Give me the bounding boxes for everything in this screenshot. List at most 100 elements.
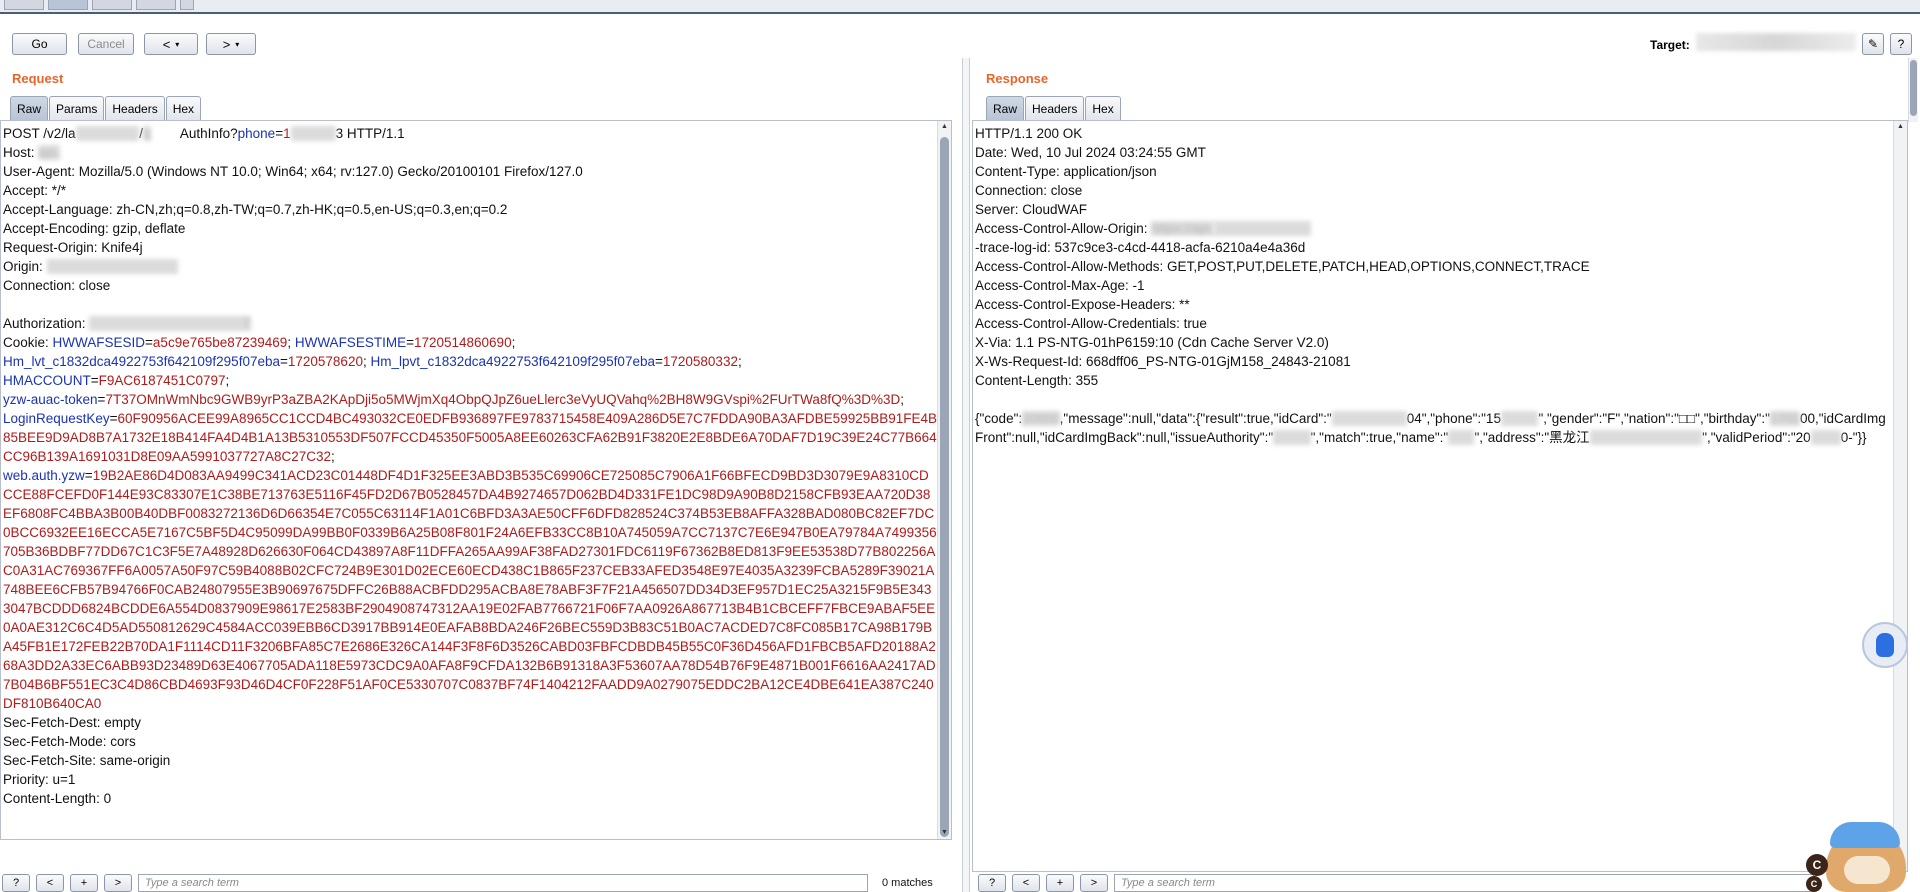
scroll-up-icon[interactable]: ▲ <box>1894 121 1907 133</box>
tab-params[interactable]: Params <box>49 96 105 120</box>
message-line: yzw-auac-token=7T37OMnWmNbc9GWB9yrP3aZBA… <box>3 390 937 409</box>
param-name: Hm_lpvt_c1832dca4922753f642109f295f07eba <box>370 354 655 369</box>
go-button[interactable]: Go <box>12 33 67 55</box>
message-line: User-Agent: Mozilla/5.0 (Windows NT 10.0… <box>3 162 937 181</box>
param-name: HWWAFSESTIME <box>294 335 407 350</box>
redacted-segment: api. <box>38 145 61 160</box>
text-segment: -trace-log-id: 537c9ce3-c4cd-4418-acfa-6… <box>975 240 1306 255</box>
split-pane-divider[interactable] <box>962 58 970 892</box>
message-line: Hm_lvt_c1832dca4922753f642109f295f07eba=… <box>3 352 937 371</box>
repeater-tab[interactable] <box>4 0 44 10</box>
text-segment: Priority: u=1 <box>3 772 76 787</box>
mascot-face-icon <box>1844 856 1890 884</box>
forward-button[interactable]: > ▾ <box>206 33 256 55</box>
tab-raw[interactable]: Raw <box>986 96 1025 120</box>
text-segment: Content-Length: 355 <box>975 373 1099 388</box>
floating-assistant-button[interactable] <box>1862 622 1908 668</box>
text-segment: Access-Control-Allow-Credentials: true <box>975 316 1207 331</box>
text-segment: = <box>654 354 663 369</box>
text-segment: Host: <box>3 145 39 160</box>
text-segment: AuthInfo? <box>179 126 238 141</box>
text-segment: X-Via: 1.1 PS-NTG-01hP6159:10 (Cdn Cache… <box>975 335 1329 350</box>
param-name: HWWAFSESID <box>52 335 146 350</box>
search-next-button[interactable]: > <box>104 874 132 892</box>
response-search-input[interactable]: Type a search term <box>1114 874 1814 892</box>
back-button[interactable]: < ▾ <box>144 33 198 55</box>
scroll-down-icon[interactable]: ▼ <box>938 827 951 839</box>
text-segment: = <box>90 373 99 388</box>
text-segment: Authorization: <box>3 316 90 331</box>
param-value: 60F90956ACEE99A8965CC1CCD4BC493032CE0EDF… <box>3 411 938 464</box>
text-segment: ; <box>287 335 295 350</box>
request-body-text[interactable]: POST /v2/la /q AuthInfo?phone=1 3 HTTP/1… <box>3 124 937 808</box>
message-line: X-Ws-Request-Id: 668dff06_PS-NTG-01GjM15… <box>975 352 1893 371</box>
text-segment: Access-Control-Allow-Origin: <box>975 221 1152 236</box>
mascot-widget[interactable]: C C <box>1806 820 1916 892</box>
more-tabs[interactable] <box>180 0 194 10</box>
search-prev-button[interactable]: < <box>1012 874 1040 892</box>
request-view-tabs: Raw Params Headers Hex <box>10 96 202 120</box>
scroll-up-icon[interactable]: ▲ <box>938 121 951 133</box>
chevron-right-icon: > <box>222 36 231 52</box>
response-body-text[interactable]: HTTP/1.1 200 OK Date: Wed, 10 Jul 2024 03… <box>975 124 1893 447</box>
search-help-button[interactable]: ? <box>978 874 1006 892</box>
repeater-tab-active[interactable] <box>48 0 88 10</box>
search-add-button[interactable]: + <box>1046 874 1074 892</box>
text-segment: Access-Control-Expose-Headers: ** <box>975 297 1190 312</box>
text-segment: 0-"}} <box>1840 430 1867 445</box>
tab-hex[interactable]: Hex <box>1085 96 1121 120</box>
search-prev-button[interactable]: < <box>36 874 64 892</box>
search-add-button[interactable]: + <box>70 874 98 892</box>
text-segment: Sec-Fetch-Site: same-origin <box>3 753 171 768</box>
message-line: Server: CloudWAF <box>975 200 1893 219</box>
message-line: Authorization: 7 <box>3 314 937 333</box>
request-search-bar: ? < + > Type a search term 0 matches <box>2 874 933 892</box>
help-icon[interactable]: ? <box>1890 33 1912 55</box>
repeater-tab[interactable] <box>136 0 176 10</box>
message-line: Date: Wed, 10 Jul 2024 03:24:55 GMT <box>975 143 1893 162</box>
request-search-input[interactable]: Type a search term <box>138 874 868 892</box>
response-scrollbar[interactable]: ▲ <box>1893 121 1907 871</box>
scrollbar-thumb[interactable] <box>1910 60 1917 116</box>
redacted-segment: 7 <box>89 316 251 331</box>
repeater-tab[interactable] <box>92 0 132 10</box>
redacted-segment <box>1213 221 1312 236</box>
scrollbar-thumb[interactable] <box>940 137 949 837</box>
text-segment: Sec-Fetch-Mode: cors <box>3 734 136 749</box>
message-line: Sec-Fetch-Site: same-origin <box>3 751 937 770</box>
message-line: Access-Control-Allow-Origin: https://api… <box>975 219 1893 238</box>
text-segment: HTTP/1.1 200 OK <box>975 126 1083 141</box>
redacted-segment: q <box>143 126 151 141</box>
text-segment: ,"message":null,"data":{"result":true,"i… <box>1059 411 1332 426</box>
tab-hex[interactable]: Hex <box>165 96 202 120</box>
param-value: 1720578620 <box>287 354 363 369</box>
message-line: Accept-Encoding: gzip, deflate <box>3 219 937 238</box>
redacted-segment: 1701 <box>1769 411 1800 426</box>
toolbar: Go Cancel < ▾ > ▾ <box>0 16 1920 70</box>
message-line: HMACCOUNT=F9AC6187451C0797; <box>3 371 937 390</box>
text-segment: ; <box>737 354 742 369</box>
param-value: 7T37OMnWmNbc9GWB9yrP3aZBA2KApDji5o5MWjmX… <box>105 392 901 407</box>
tab-raw[interactable]: Raw <box>10 96 49 120</box>
message-line <box>3 295 937 314</box>
message-line: Cookie: HWWAFSESID=a5c9e765be87239469; H… <box>3 333 937 352</box>
text-segment: 3 HTTP/1.1 <box>335 126 405 141</box>
text-segment <box>975 392 979 407</box>
tab-headers[interactable]: Headers <box>1025 96 1085 120</box>
text-segment: Connection: close <box>975 183 1083 198</box>
text-segment: Sec-Fetch-Dest: empty <box>3 715 142 730</box>
text-segment: Content-Length: 0 <box>3 791 112 806</box>
search-next-button[interactable]: > <box>1080 874 1108 892</box>
tab-headers[interactable]: Headers <box>105 96 165 120</box>
response-editor[interactable]: HTTP/1.1 200 OK Date: Wed, 10 Jul 2024 03… <box>972 120 1908 872</box>
param-value: 1720580332 <box>662 354 738 369</box>
text-segment: = <box>406 335 414 350</box>
response-outer-scrollbar[interactable] <box>1908 58 1918 122</box>
cancel-button[interactable]: Cancel <box>78 33 134 55</box>
request-editor[interactable]: POST /v2/la /q AuthInfo?phone=1 3 HTTP/1… <box>0 120 952 840</box>
search-help-button[interactable]: ? <box>2 874 30 892</box>
edit-target-icon[interactable]: ✎ <box>1862 33 1884 55</box>
request-scrollbar[interactable]: ▲ ▼ <box>937 121 951 839</box>
text-segment: Content-Type: application/json <box>975 164 1157 179</box>
message-line: Access-Control-Max-Age: -1 <box>975 276 1893 295</box>
